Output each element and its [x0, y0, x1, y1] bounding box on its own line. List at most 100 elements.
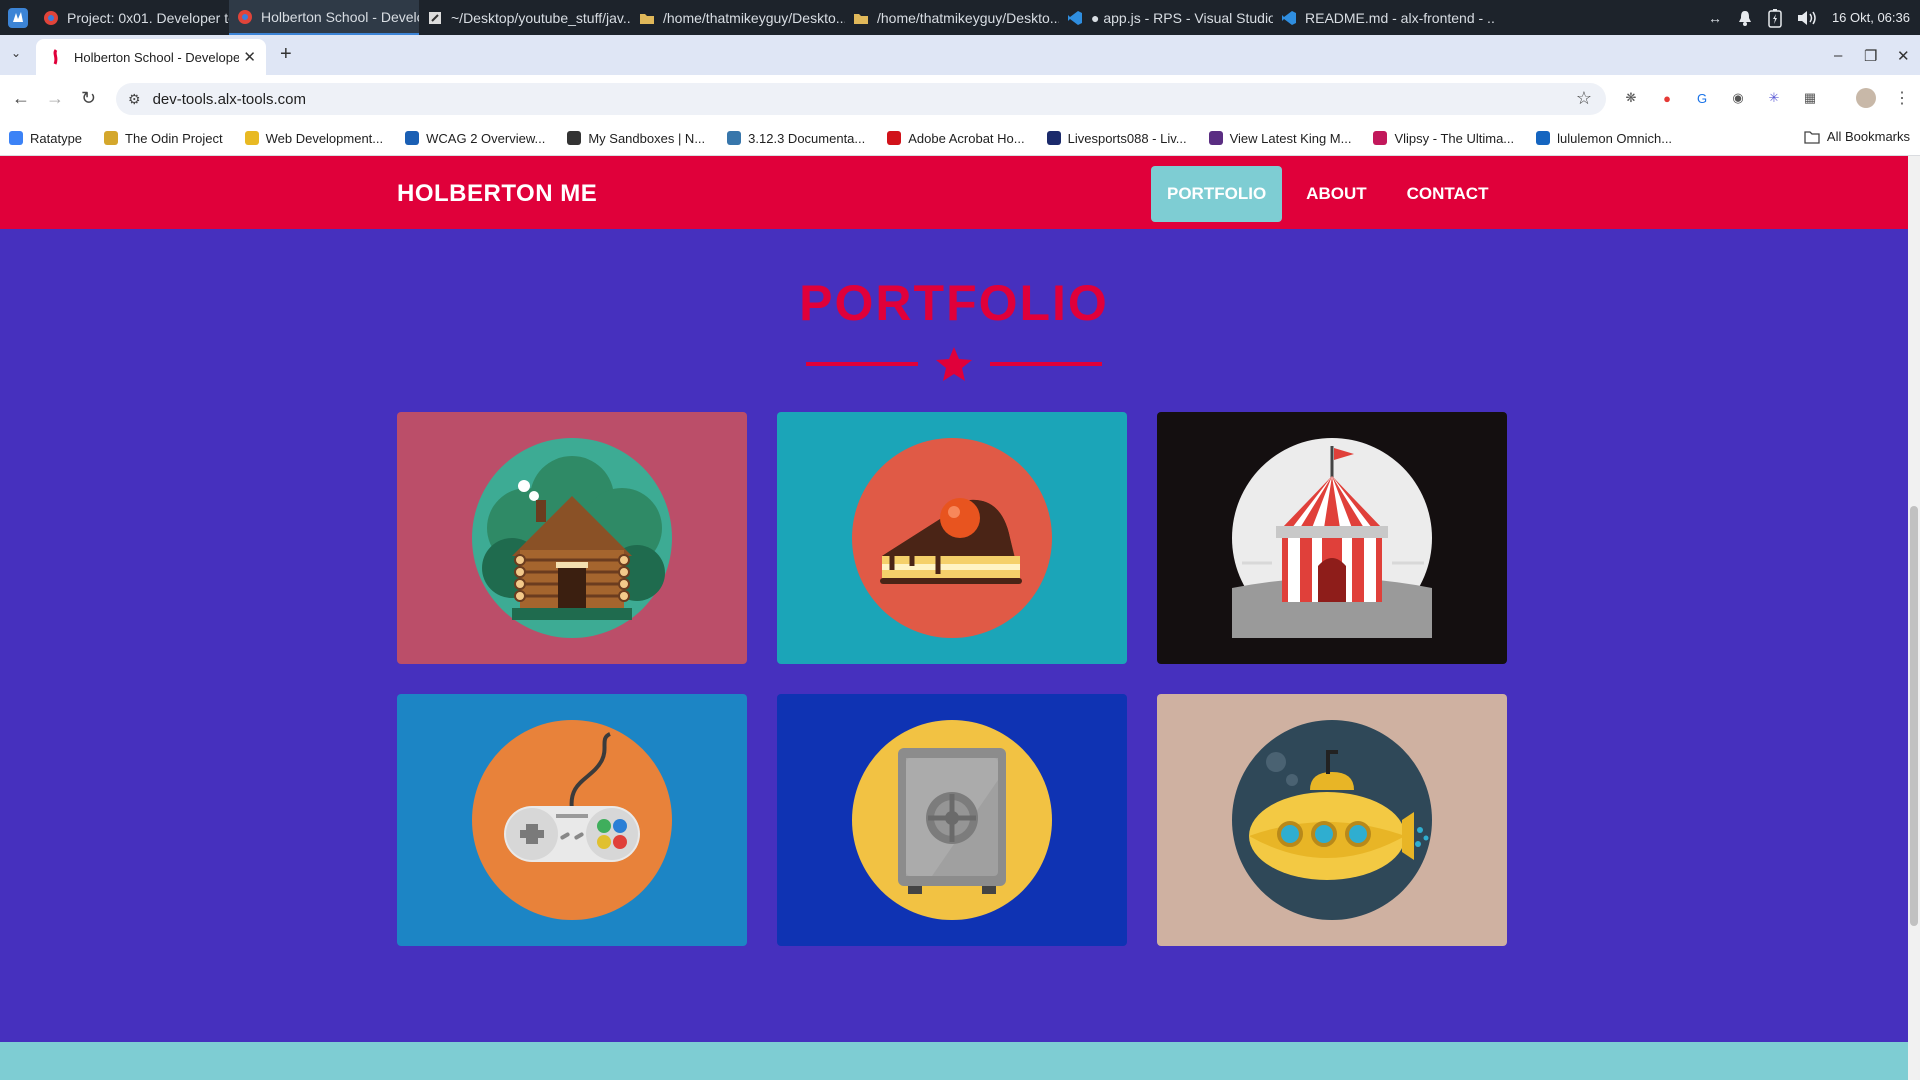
cake-icon	[852, 438, 1052, 638]
web-page: HOLBERTON ME PORTFOLIO ABOUT CONTACT POR…	[0, 156, 1908, 1080]
taskbar-task-label: ~/Desktop/youtube_stuff/jav...	[451, 9, 631, 26]
system-tray: ↔ 16 Okt, 06:36	[1708, 0, 1920, 35]
nav-about[interactable]: ABOUT	[1290, 166, 1382, 222]
bookmark-item[interactable]: The Odin Project	[104, 131, 223, 146]
address-bar[interactable]: ⚙ dev-tools.alx-tools.com ☆	[116, 83, 1606, 115]
taskbar-task[interactable]: /home/thatmikeyguy/Deskto...	[631, 0, 845, 35]
site-nav: PORTFOLIO ABOUT CONTACT	[1151, 166, 1512, 222]
bookmark-label: Vlipsy - The Ultima...	[1394, 130, 1515, 146]
site-brand[interactable]: HOLBERTON ME	[397, 180, 597, 208]
bookmark-label: Adobe Acrobat Ho...	[908, 130, 1025, 146]
color-picker-extension-icon[interactable]: ●	[1657, 88, 1677, 108]
bookmark-item[interactable]: My Sandboxes | N...	[567, 131, 705, 146]
bookmark-label: 3.12.3 Documenta...	[748, 130, 866, 146]
volume-icon[interactable]	[1796, 9, 1818, 27]
bookmark-favicon-icon	[727, 131, 742, 145]
bookmark-item[interactable]: Ratatype	[9, 131, 82, 146]
bookmark-favicon-icon	[1208, 131, 1223, 145]
restore-icon[interactable]: ❐	[1864, 47, 1877, 65]
taskbar-task-label: /home/thatmikeyguy/Deskto...	[663, 9, 845, 26]
portfolio-item[interactable]	[1157, 412, 1507, 664]
bookmark-item[interactable]: lululemon Omnich...	[1536, 131, 1672, 146]
bookmark-label: Livesports088 - Liv...	[1067, 130, 1187, 146]
browser-tab-title: Holberton School - Developer	[74, 49, 239, 65]
portfolio-item[interactable]	[777, 694, 1127, 946]
nav-portfolio[interactable]: PORTFOLIO	[1151, 166, 1283, 222]
footer-strip	[0, 1042, 1908, 1080]
bookmark-label: View Latest King M...	[1229, 130, 1352, 146]
folder-icon	[1804, 130, 1820, 144]
cabin-icon	[472, 438, 672, 638]
portfolio-item[interactable]	[397, 412, 747, 664]
bookmark-item[interactable]: Vlipsy - The Ultima...	[1373, 131, 1514, 146]
bookmark-label: lululemon Omnich...	[1557, 130, 1673, 146]
network-icon[interactable]: ↔	[1708, 10, 1722, 26]
bookmark-favicon-icon	[1046, 131, 1061, 145]
address-bar-url[interactable]: dev-tools.alx-tools.com	[153, 91, 306, 108]
bookmarks-bar: Ratatype The Odin Project Web Developmen…	[0, 121, 1920, 156]
camera-extension-icon[interactable]: ◉	[1728, 88, 1748, 108]
taskbar-task-label: README.md - alx-frontend - ...	[1305, 9, 1495, 26]
profile-avatar[interactable]	[1856, 88, 1876, 108]
star-icon	[936, 347, 972, 381]
launcher-icon[interactable]	[0, 0, 35, 35]
tab-search-chevron-icon[interactable]: ⌄	[6, 43, 26, 63]
taskbar-task-active[interactable]: Holberton School - Develop...	[229, 0, 419, 35]
bell-icon[interactable]	[1736, 9, 1754, 27]
menu-kebab-icon[interactable]: ⋮	[1892, 88, 1912, 108]
asterisk-extension-icon[interactable]: ✳	[1764, 88, 1784, 108]
bookmark-label: The Odin Project	[125, 130, 223, 146]
all-bookmarks-button[interactable]: All Bookmarks	[1804, 129, 1910, 144]
battery-icon[interactable]	[1768, 8, 1782, 28]
reload-icon[interactable]: ↻	[81, 88, 96, 109]
taskbar-task[interactable]: Project: 0x01. Developer too...	[35, 0, 229, 35]
extensions-puzzle-icon[interactable]: ▦	[1800, 88, 1820, 108]
bookmark-favicon-icon	[1373, 131, 1388, 145]
bookmark-item[interactable]: View Latest King M...	[1208, 130, 1352, 146]
safe-icon	[852, 720, 1052, 920]
close-tab-icon[interactable]: ✕	[243, 48, 256, 66]
bookmark-item[interactable]: Adobe Acrobat Ho...	[887, 130, 1025, 146]
bug-extension-icon[interactable]: ❋	[1621, 88, 1641, 108]
bookmark-favicon-icon	[405, 131, 420, 145]
back-arrow-icon[interactable]: ←	[12, 88, 30, 109]
portfolio-item[interactable]	[1157, 694, 1507, 946]
browser-tab[interactable]: Holberton School - Developer ✕	[36, 39, 266, 75]
bookmark-item[interactable]: Web Development...	[244, 131, 383, 146]
translate-extension-icon[interactable]: G	[1692, 88, 1712, 108]
new-tab-plus-icon[interactable]: +	[280, 43, 292, 66]
portfolio-item[interactable]	[397, 694, 747, 946]
bookmark-star-icon[interactable]: ☆	[1576, 88, 1592, 109]
page-scrollbar[interactable]	[1908, 156, 1920, 1080]
taskbar-task[interactable]: /home/thatmikeyguy/Deskto...	[845, 0, 1059, 35]
bookmark-favicon-icon	[567, 131, 582, 145]
nav-contact[interactable]: CONTACT	[1391, 166, 1505, 222]
bookmark-item[interactable]: WCAG 2 Overview...	[405, 131, 545, 146]
forward-arrow-icon[interactable]: →	[46, 88, 64, 109]
taskbar-task[interactable]: README.md - alx-frontend - ...	[1273, 0, 1495, 35]
os-taskbar: Project: 0x01. Developer too... Holberto…	[0, 0, 1920, 35]
portfolio-item[interactable]	[777, 412, 1127, 664]
bookmark-favicon-icon	[887, 131, 902, 145]
submarine-icon	[1232, 720, 1432, 920]
chrome-icon	[44, 10, 58, 25]
page-title: PORTFOLIO	[799, 275, 1109, 331]
taskbar-task[interactable]: ● app.js - RPS - Visual Studio...	[1059, 0, 1273, 35]
site-info-icon[interactable]: ⚙	[128, 91, 141, 108]
bookmark-item[interactable]: 3.12.3 Documenta...	[727, 131, 865, 146]
scrollbar-thumb[interactable]	[1910, 506, 1918, 926]
folder-icon	[854, 13, 868, 24]
bookmark-label: Ratatype	[30, 130, 83, 146]
site-navbar: HOLBERTON ME PORTFOLIO ABOUT CONTACT	[0, 156, 1908, 229]
bookmark-label: WCAG 2 Overview...	[426, 130, 546, 146]
taskbar-task-label: /home/thatmikeyguy/Deskto...	[877, 9, 1059, 26]
bookmark-favicon-icon	[9, 131, 23, 145]
close-window-icon[interactable]: ✕	[1897, 47, 1910, 65]
bookmark-item[interactable]: Livesports088 - Liv...	[1046, 130, 1187, 146]
taskbar-task-label: Holberton School - Develop...	[261, 8, 419, 25]
taskbar-task[interactable]: ~/Desktop/youtube_stuff/jav...	[419, 0, 631, 35]
minimize-icon[interactable]: –	[1834, 47, 1842, 64]
game-controller-icon	[472, 720, 672, 920]
clock[interactable]: 16 Okt, 06:36	[1832, 10, 1910, 25]
taskbar-task-label: ● app.js - RPS - Visual Studio...	[1091, 9, 1273, 26]
